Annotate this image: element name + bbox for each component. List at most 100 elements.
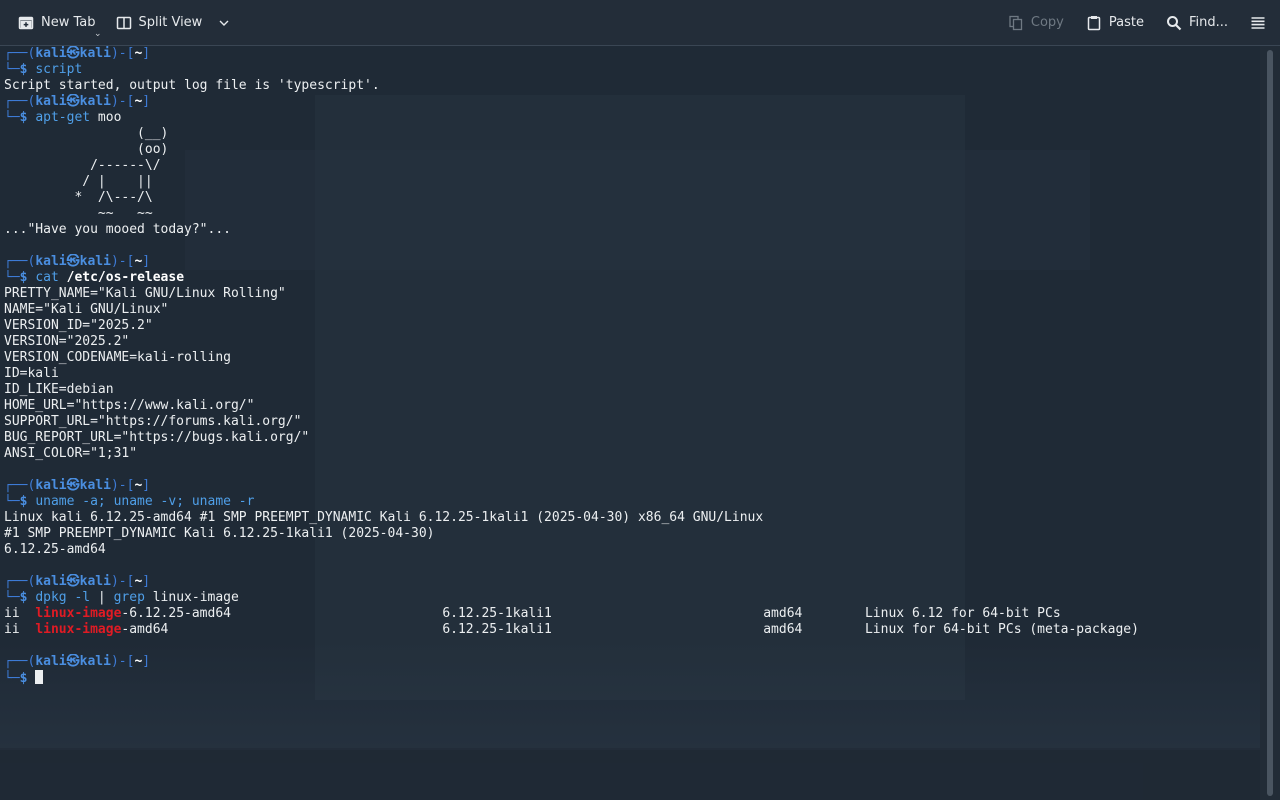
output-text: HOME_URL="https://www.kali.org/"	[4, 398, 255, 413]
output-text: VERSION_CODENAME=kali-rolling	[4, 350, 231, 365]
prompt-host: kali	[79, 478, 111, 493]
output-line: ..."Have you mooed today?"...	[4, 222, 1260, 238]
package-status: ii	[4, 622, 20, 637]
new-tab-button[interactable]: New Tab ⌄	[10, 7, 104, 39]
new-tab-dropdown-icon[interactable]: ⌄	[94, 29, 102, 39]
command-line: └─$ dpkg -l | grep linux-image	[4, 590, 1260, 606]
output-text: #1 SMP PREEMPT_DYNAMIC Kali 6.12.25-1kal…	[4, 526, 435, 541]
split-view-icon	[116, 16, 131, 29]
output-line: NAME="Kali GNU/Linux"	[4, 302, 1260, 318]
output-line: ID_LIKE=debian	[4, 382, 1260, 398]
prompt-header: ┌──(kali㉿kali)-[~]	[4, 478, 1260, 494]
output-text: BUG_REPORT_URL="https://bugs.kali.org/"	[4, 430, 310, 445]
copy-button[interactable]: Copy	[1000, 7, 1072, 39]
command-name: cat	[35, 270, 59, 285]
prompt-user: kali	[35, 94, 67, 109]
prompt-box: ┌──(	[4, 254, 36, 269]
find-button[interactable]: Find...	[1158, 7, 1236, 39]
command-name: script	[35, 62, 83, 77]
prompt-at-symbol: ㉿	[66, 478, 80, 493]
prompt-box: ]	[142, 94, 151, 109]
package-version: 6.12.25-1kali1	[442, 622, 552, 637]
scrollbar-thumb[interactable]	[1267, 50, 1273, 796]
prompt-box: └─	[4, 270, 20, 285]
prompt-box: ┌──(	[4, 478, 36, 493]
output-line: VERSION_ID="2025.2"	[4, 318, 1260, 334]
output-text: ID=kali	[4, 366, 59, 381]
prompt-host: kali	[79, 574, 111, 589]
prompt-box: ]	[142, 478, 151, 493]
prompt-header: ┌──(kali㉿kali)-[~]	[4, 254, 1260, 270]
dpkg-row: ii linux-image-6.12.25-amd64 6.12.25-1ka…	[4, 606, 1260, 622]
paste-label: Paste	[1108, 15, 1144, 30]
output-line: Script started, output log file is 'type…	[4, 78, 1260, 94]
output-text: ID_LIKE=debian	[4, 382, 114, 397]
menu-button[interactable]	[1242, 7, 1274, 39]
prompt-box: ┌──(	[4, 46, 36, 61]
output-text: ~~ ~~	[4, 206, 153, 221]
prompt-at-symbol: ㉿	[66, 94, 80, 109]
prompt-user: kali	[35, 46, 67, 61]
terminal-toolbar: New Tab ⌄ Split View Copy Paste Find...	[0, 0, 1280, 46]
output-line: Linux kali 6.12.25-amd64 #1 SMP PREEMPT_…	[4, 510, 1260, 526]
new-tab-label: New Tab	[41, 15, 96, 30]
output-line: HOME_URL="https://www.kali.org/"	[4, 398, 1260, 414]
command-line: └─$ apt-get moo	[4, 110, 1260, 126]
output-line: (oo)	[4, 142, 1260, 158]
active-prompt-line: └─$	[4, 670, 1260, 686]
pipe-symbol: |	[90, 590, 114, 605]
prompt-box: )-[	[110, 654, 135, 669]
chevron-down-icon[interactable]	[217, 16, 231, 30]
command-args: moo	[90, 110, 122, 125]
prompt-box: ┌──(	[4, 654, 36, 669]
split-view-button[interactable]: Split View	[108, 7, 240, 39]
output-line: BUG_REPORT_URL="https://bugs.kali.org/"	[4, 430, 1260, 446]
output-text: ANSI_COLOR="1;31"	[4, 446, 138, 461]
output-text: ..."Have you mooed today?"...	[4, 222, 231, 237]
output-text: PRETTY_NAME="Kali GNU/Linux Rolling"	[4, 286, 286, 301]
output-line: SUPPORT_URL="https://forums.kali.org/"	[4, 414, 1260, 430]
terminal-scrollbar[interactable]	[1260, 46, 1280, 800]
prompt-box: )-[	[110, 254, 135, 269]
find-label: Find...	[1188, 15, 1228, 30]
output-text: Linux kali 6.12.25-amd64 #1 SMP PREEMPT_…	[4, 510, 764, 525]
prompt-header: ┌──(kali㉿kali)-[~]	[4, 574, 1260, 590]
terminal-output[interactable]: ┌──(kali㉿kali)-[~] └─$ script Script start…	[0, 46, 1260, 800]
copy-label: Copy	[1030, 15, 1064, 30]
hamburger-menu-icon	[1251, 16, 1265, 29]
package-name-rest: -6.12.25-amd64	[121, 606, 231, 621]
prompt-user: kali	[35, 654, 67, 669]
prompt-box: ]	[142, 254, 151, 269]
output-text: NAME="Kali GNU/Linux"	[4, 302, 169, 317]
prompt-host: kali	[79, 94, 111, 109]
prompt-box: └─	[4, 110, 20, 125]
command-name: apt-get	[35, 110, 91, 125]
prompt-box: └─	[4, 494, 20, 509]
output-text: SUPPORT_URL="https://forums.kali.org/"	[4, 414, 302, 429]
prompt-header: ┌──(kali㉿kali)-[~]	[4, 94, 1260, 110]
prompt-at-symbol: ㉿	[66, 574, 80, 589]
prompt-box: )-[	[110, 94, 135, 109]
output-line: ~~ ~~	[4, 206, 1260, 222]
prompt-at-symbol: ㉿	[66, 254, 80, 269]
package-name-rest: -amd64	[121, 622, 169, 637]
new-tab-icon	[18, 16, 34, 29]
output-text: VERSION_ID="2025.2"	[4, 318, 153, 333]
package-description: Linux 6.12 for 64-bit PCs	[864, 606, 1061, 621]
output-text: (oo)	[4, 142, 169, 157]
prompt-header: ┌──(kali㉿kali)-[~]	[4, 46, 1260, 62]
search-icon	[1166, 15, 1182, 30]
package-description: Linux for 64-bit PCs (meta-package)	[864, 622, 1139, 637]
prompt-box: )-[	[110, 46, 135, 61]
paste-button[interactable]: Paste	[1078, 7, 1152, 39]
output-line: (__)	[4, 126, 1260, 142]
output-line: ID=kali	[4, 366, 1260, 382]
command-name: grep	[113, 590, 145, 605]
